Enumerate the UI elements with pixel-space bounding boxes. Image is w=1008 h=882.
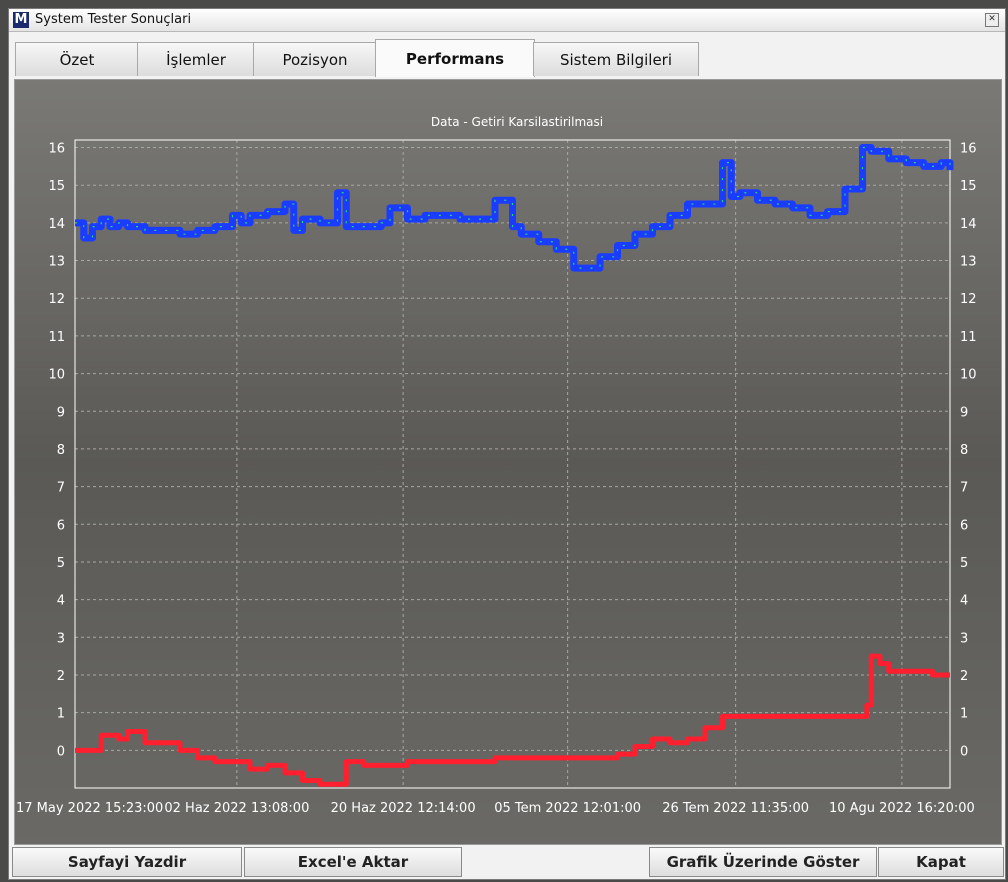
y-tick-label-right: 5 [960,556,968,571]
y-tick-label-right: 4 [960,594,968,609]
y-tick-label-left: 13 [48,255,65,270]
chart-title: Data - Getiri Karsilastirilmasi [431,115,603,129]
y-tick-label-right: 11 [960,330,977,345]
plot-area-border [74,139,951,789]
tab-sistem-bilgileri[interactable]: Sistem Bilgileri [533,42,699,76]
y-tick-label-left: 5 [57,556,65,571]
y-tick-label-left: 14 [48,217,65,232]
close-button[interactable]: Kapat [878,847,1004,877]
y-tick-label-left: 11 [48,330,65,345]
series-line-blue [75,144,954,272]
app-logo-icon: M [13,12,29,28]
y-tick-label-right: 9 [960,405,968,420]
y-tick-label-right: 12 [960,292,977,307]
tab-pozisyon[interactable]: Pozisyon [253,42,377,76]
excel-export-button[interactable]: Excel'e Aktar [244,847,462,877]
y-tick-label-left: 12 [48,292,65,307]
y-tick-label-left: 2 [57,669,65,684]
y-tick-label-left: 16 [48,142,65,157]
y-tick-label-right: 10 [960,368,977,383]
y-tick-label-right: 6 [960,518,968,533]
y-tick-label-right: 16 [960,142,977,157]
system-tester-window: M System Tester Sonuçlari ✕ Özet İşlemle… [8,8,1006,880]
y-tick-label-left: 8 [57,443,65,458]
y-tick-label-right: 13 [960,255,977,270]
show-on-chart-button[interactable]: Grafik Üzerinde Göster [649,847,877,877]
series-line-red [75,653,950,787]
x-tick-label: 10 Agu 2022 16:20:00 [829,801,975,816]
x-tick-label: 05 Tem 2022 12:01:00 [494,801,641,816]
y-tick-label-right: 2 [960,669,968,684]
tab-ozet[interactable]: Özet [15,42,139,76]
y-tick-label-left: 6 [57,518,65,533]
y-tick-label-left: 3 [57,631,65,646]
performance-chart-panel: Data - Getiri Karsilastirilmasi 01234567… [14,79,1002,845]
close-window-button[interactable]: ✕ [985,13,999,27]
y-tick-label-right: 0 [960,744,968,759]
x-tick-label: 02 Haz 2022 13:08:00 [164,801,309,816]
y-tick-label-right: 3 [960,631,968,646]
x-tick-label: 26 Tem 2022 11:35:00 [662,801,809,816]
y-tick-label-left: 7 [57,481,65,496]
tab-performans[interactable]: Performans [375,39,535,77]
x-tick-label: 17 May 2022 15:23:00 [16,801,163,816]
print-page-button[interactable]: Sayfayi Yazdir [12,847,242,877]
y-tick-label-left: 4 [57,594,65,609]
y-tick-label-left: 9 [57,405,65,420]
tab-islemler[interactable]: İşlemler [137,42,255,76]
y-tick-label-right: 7 [960,481,968,496]
y-tick-label-right: 1 [960,707,968,722]
performance-chart: Data - Getiri Karsilastirilmasi 01234567… [16,115,977,816]
title-bar[interactable]: M System Tester Sonuçlari ✕ [9,9,1005,32]
y-tick-label-left: 0 [57,744,65,759]
tab-bar: Özet İşlemler Pozisyon Performans Sistem… [9,39,1005,79]
y-tick-label-right: 8 [960,443,968,458]
y-tick-label-right: 14 [960,217,977,232]
y-tick-label-left: 10 [48,368,65,383]
window-title: System Tester Sonuçlari [35,12,192,27]
y-tick-label-left: 1 [57,707,65,722]
y-tick-label-right: 15 [960,179,977,194]
x-tick-label: 20 Haz 2022 12:14:00 [331,801,476,816]
y-tick-label-left: 15 [48,179,65,194]
